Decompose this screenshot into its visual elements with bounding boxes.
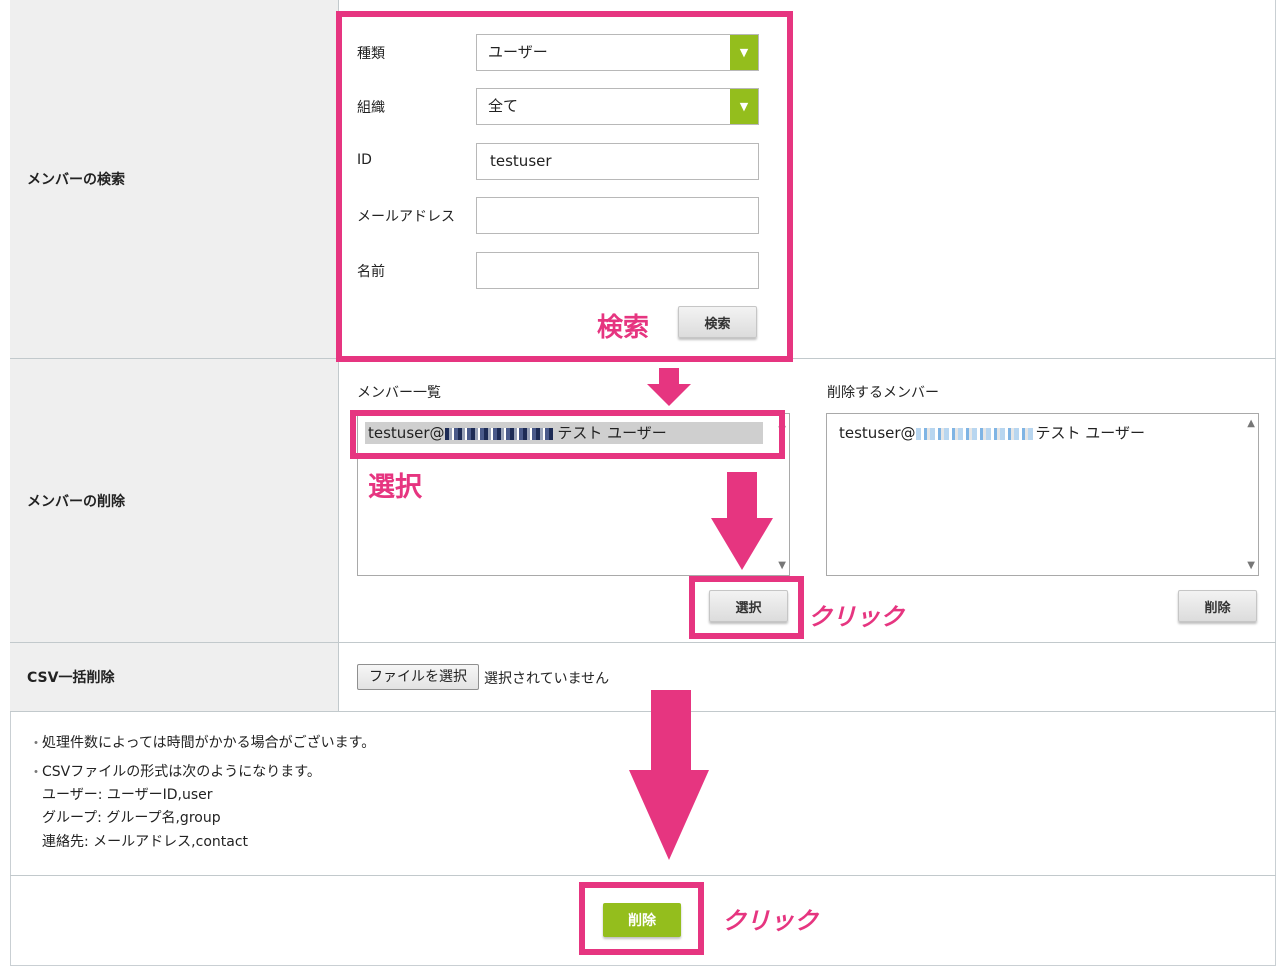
file-status: 選択されていません (484, 671, 610, 687)
redacted-domain (915, 427, 1036, 440)
arrow-down-icon (711, 472, 773, 570)
remove-button[interactable]: 削除 (1178, 590, 1257, 622)
file-select-button[interactable]: ファイルを選択 (357, 664, 479, 690)
format-user: ユーザー: ユーザーID,user (42, 787, 213, 803)
csv-section-label: CSV一括削除 (10, 643, 339, 711)
delete-list-item[interactable]: testuser@ テスト ユーザー (836, 422, 1145, 444)
annotation-select: 選択 (368, 472, 422, 503)
note-csv-format: CSVファイルの形式は次のようになります。 (42, 764, 321, 780)
arrow-down-icon (629, 690, 709, 860)
delete-listbox[interactable]: testuser@ テスト ユーザー ▲ ▼ (826, 413, 1259, 576)
scroll-up-icon[interactable]: ▲ (1247, 418, 1255, 429)
member-list-label: メンバー一覧 (357, 385, 441, 401)
select-button-highlight-box (689, 576, 804, 639)
note-processing-time: 処理件数によっては時間がかかる場合がございます。 (42, 735, 376, 751)
bullet: ・ (29, 736, 43, 752)
scroll-down-icon[interactable]: ▼ (778, 560, 786, 571)
scroll-down-icon[interactable]: ▼ (1247, 560, 1255, 571)
member-highlight-box (350, 410, 785, 459)
annotation-click-1: クリック (808, 603, 904, 631)
format-contact: 連絡先: メールアドレス,contact (42, 834, 249, 850)
delete-button-highlight-box (579, 882, 704, 955)
annotation-search: 検索 (597, 313, 650, 343)
search-highlight-box (336, 11, 793, 362)
annotation-click-2: クリック (722, 907, 818, 935)
delete-section-label: メンバーの削除 (10, 359, 339, 642)
delete-item-suffix: テスト ユーザー (1035, 424, 1146, 442)
delete-item-prefix: testuser@ (839, 424, 916, 442)
bullet: ・ (29, 765, 43, 781)
delete-list-label: 削除するメンバー (827, 385, 939, 401)
format-group: グループ: グループ名,group (42, 810, 221, 826)
arrow-down-icon (647, 368, 691, 406)
search-section-label: メンバーの検索 (10, 0, 339, 358)
